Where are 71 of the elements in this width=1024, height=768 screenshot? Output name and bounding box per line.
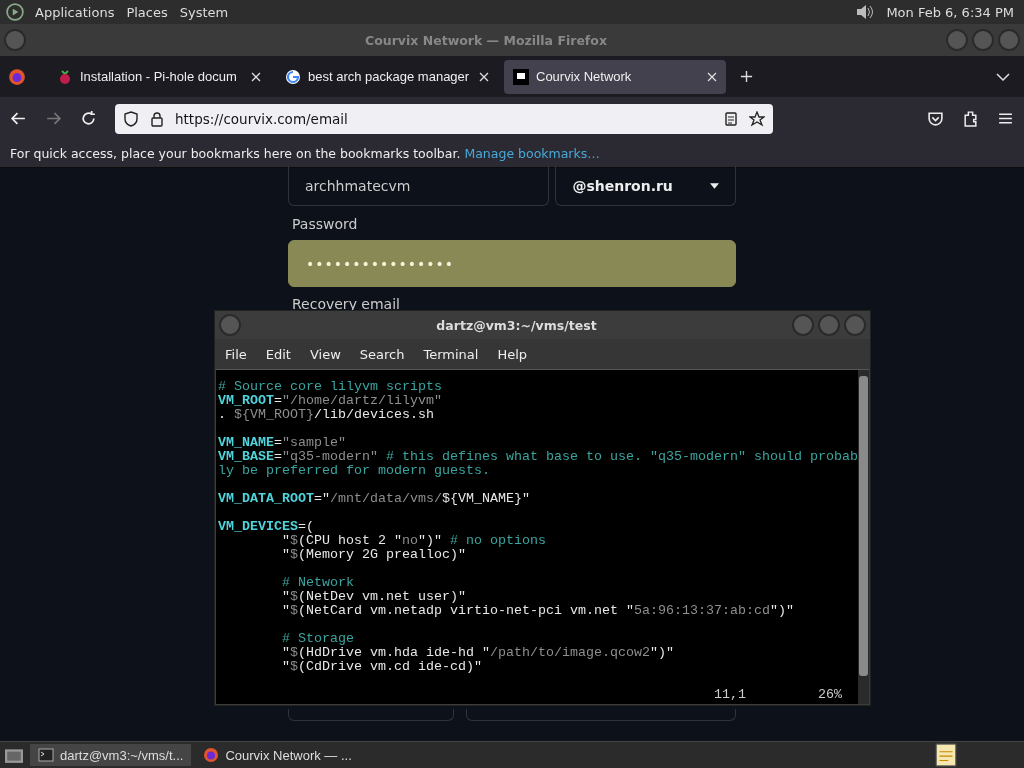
domain-select[interactable]: @shenron.ru [555,166,736,206]
firefox-icon [203,747,220,763]
close-icon[interactable] [707,71,717,82]
code-line: "$(Memory 2G prealloc)" [281,547,466,562]
menu-item[interactable]: File [225,346,247,362]
window-title: dartz@vm3:~/vms/test [436,317,597,333]
star-icon[interactable] [749,110,765,127]
recovery-email-label: Recovery email [292,296,401,312]
manage-bookmarks-link[interactable]: Manage bookmarks… [464,146,600,161]
password-label: Password [292,216,359,232]
clock[interactable]: Mon Feb 6, 6:34 PM [886,4,1018,20]
menu-item[interactable]: Search [359,346,405,362]
site-icon [513,68,529,85]
code-line: VM_ROOT="/home/dartz/lilyvm" [218,393,442,408]
menu-item[interactable]: Edit [265,346,291,362]
chevron-down-icon[interactable] [996,72,1010,81]
address-bar[interactable]: https://courvix.com/email [115,103,773,134]
new-tab-icon[interactable] [740,70,753,83]
code-line: VM_BASE="q35-modern" # this defines what base to use. "q35-modern" should probab [218,449,858,464]
caret-icon [710,182,719,189]
code-line: "$(NetDev vm.net user)" [281,589,466,604]
lock-icon[interactable] [149,110,165,127]
code-line: # Source core lilyvm scripts [218,379,442,394]
menu-item[interactable]: Help [497,346,528,362]
scroll-percent: 26% [818,688,842,702]
code-line: ly be preferred for modern guests. [218,463,490,478]
code-line: . ${VM_ROOT}/lib/devices.sh [218,407,434,422]
show-desktop-icon[interactable] [2,746,26,764]
forward-icon[interactable] [45,110,62,127]
terminal-icon [38,747,54,763]
code-line: "$(CdDrive vm.cd ide-cd)" [281,659,482,674]
code-line: "$(NetCard vm.netadp virtio-net-pci vm.net "5a:96:13:37:ab:cd")" [281,603,794,618]
reader-view-icon[interactable] [723,110,739,127]
scrollbar-thumb[interactable] [858,376,868,676]
form-field[interactable] [288,709,454,721]
back-icon[interactable] [10,110,27,127]
close-icon[interactable] [479,71,489,82]
google-icon [285,68,301,85]
taskbar-item[interactable]: dartz@vm3:~/vms/t... [30,744,192,766]
menu-item[interactable]: Terminal [423,346,479,362]
code-line: "$(CPU host 2 "no")" # no options [281,533,546,548]
panel-menu[interactable]: System [178,4,230,20]
close-icon[interactable] [251,71,261,82]
reload-icon[interactable] [80,110,97,127]
scrollbar[interactable] [857,370,869,704]
panel-menu[interactable]: Applications [34,4,116,20]
shield-icon[interactable] [123,110,139,127]
browser-tab[interactable]: best arch package manager [276,59,498,94]
code-line: # Network [281,575,354,590]
menu-item[interactable]: View [309,346,341,362]
raspberry-icon [57,68,73,85]
menu-icon[interactable] [997,110,1014,127]
panel-menu[interactable]: Places [125,4,169,20]
pocket-icon[interactable] [927,110,944,127]
bookmarks-hint: For quick access, place your bookmarks here on the bookmarks toolbar. [10,146,461,161]
code-line: "$(HdDrive vm.hda ide-hd "/path/to/image.qcow2")" [281,645,674,660]
window-title: Courvix Network — Mozilla Firefox [365,32,607,48]
extensions-icon[interactable] [962,110,979,127]
cursor-position: 11,1 [714,688,746,702]
form-field[interactable] [466,709,736,721]
code-line: VM_DEVICES=( [218,519,314,534]
code-line: VM_DATA_ROOT="/mnt/data/vms/${VM_NAME}" [218,491,530,506]
firefox-icon[interactable] [8,67,26,86]
distro-logo-icon [6,3,24,21]
username-field[interactable]: archhmatecvm [288,166,550,206]
taskbar-item[interactable]: Courvix Network — ... [195,744,360,766]
code-line: # Storage [281,631,354,646]
browser-tab[interactable]: Installation - Pi-hole docum [48,59,270,94]
notes-icon[interactable] [935,743,957,767]
code-line: VM_NAME="sample" [218,435,346,450]
browser-tab[interactable]: Courvix Network [504,59,726,94]
